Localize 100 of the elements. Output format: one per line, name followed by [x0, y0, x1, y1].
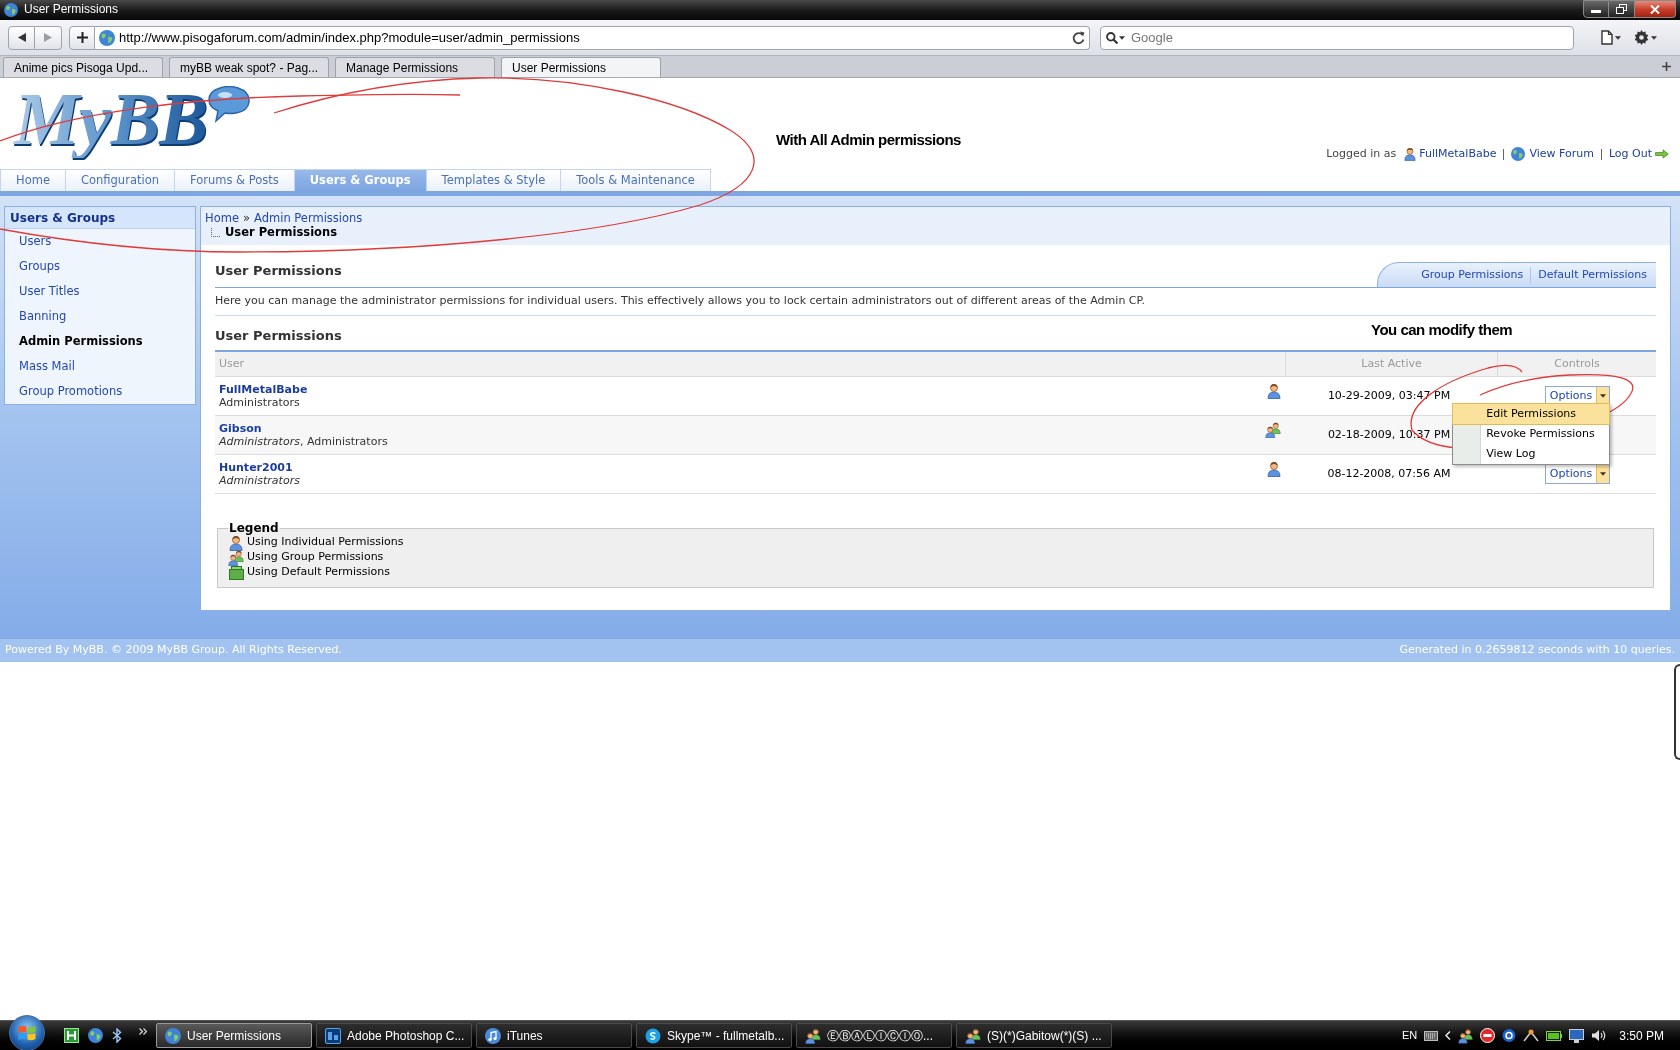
person-icon [1267, 461, 1281, 477]
annotation-text: You can modify them [1371, 321, 1513, 339]
right-arrow-icon [44, 33, 52, 42]
caret-icon [1615, 35, 1621, 40]
caret-icon [1600, 394, 1607, 398]
globe-icon[interactable] [88, 1028, 103, 1043]
sidebar-item[interactable]: Mass Mail [5, 354, 195, 379]
person-icon [1267, 383, 1281, 399]
sidebar-item[interactable]: Users [5, 229, 195, 254]
windows-flag-icon [18, 1024, 36, 1041]
user-group-text: Administrators, Administrators [219, 435, 388, 448]
speaker-icon[interactable] [1591, 1029, 1607, 1042]
browser-tab[interactable]: User Permissions [501, 57, 661, 77]
network-icon[interactable] [1523, 1029, 1540, 1042]
sidebar-item[interactable]: Group Promotions [5, 379, 195, 404]
taskbar-button[interactable]: User Permissions [156, 1023, 312, 1048]
battery-icon[interactable] [1546, 1030, 1563, 1041]
legend-item-text: Using Individual Permissions [247, 535, 404, 551]
page-tab[interactable]: Default Permissions [1530, 267, 1654, 283]
caret-icon [1651, 35, 1657, 40]
options-button[interactable]: Options [1544, 464, 1611, 484]
search-caret-icon [1119, 35, 1125, 40]
legend-item-text: Using Group Permissions [247, 549, 384, 566]
breadcrumb-current: User Permissions [225, 225, 338, 239]
nav-tab[interactable]: Configuration [65, 169, 175, 191]
bluetooth-icon[interactable] [112, 1028, 122, 1043]
settings-icon [1634, 30, 1649, 45]
two-people-icon [805, 1027, 821, 1044]
address-field[interactable]: http://www.pisogaforum.com/admin/index.php?module=user/admin_permissions [95, 25, 1090, 50]
monitor-icon[interactable] [1569, 1028, 1585, 1043]
sidebar-item[interactable]: Banning [5, 304, 195, 329]
taskbar-button[interactable]: (S)(*)Gabitow(*)(S) ... [956, 1023, 1112, 1048]
reload-icon[interactable] [1072, 30, 1085, 45]
taskbar-button[interactable]: ⒺⒷⒶⓁⒾⒸⒾⓄ... [796, 1023, 952, 1048]
user-name-link[interactable]: FullMetalBabe [219, 383, 308, 396]
log-out-link[interactable]: Log Out [1608, 147, 1652, 161]
stop-icon[interactable] [1480, 1028, 1496, 1043]
close-button[interactable] [1635, 0, 1676, 18]
browser-tab[interactable]: myBB weak spot? - Pag... [169, 57, 329, 77]
new-tab-button[interactable] [1660, 60, 1672, 73]
legend-title: Legend [228, 521, 280, 535]
nav-tab[interactable]: Forums & Posts [174, 169, 295, 191]
options-button[interactable]: Options [1544, 386, 1611, 406]
taskbar-button[interactable]: Adobe Photoshop C... [316, 1023, 472, 1048]
language-indicator[interactable]: EN [1402, 1027, 1418, 1044]
breadcrumb-link[interactable]: Admin Permissions [254, 211, 363, 225]
page-title: User Permissions [215, 261, 342, 280]
taskbar-button[interactable]: iTunes [476, 1023, 632, 1048]
search-field[interactable]: Google [1100, 25, 1574, 50]
breadcrumb-separator: » [242, 211, 250, 225]
page-tab[interactable]: Group Permissions [1414, 267, 1531, 283]
start-button[interactable] [9, 1014, 45, 1050]
left-arrow-icon [17, 33, 26, 42]
box-stack-icon [228, 565, 244, 580]
search-icon [1106, 31, 1118, 44]
sidebar-title: Users & Groups [5, 207, 195, 229]
letter-s-icon [645, 1027, 661, 1044]
ring-icon[interactable] [1502, 1028, 1517, 1043]
column-header: Controls [1554, 355, 1600, 372]
add-button[interactable] [69, 25, 95, 50]
clock-text[interactable]: 3:50 PM [1619, 1026, 1664, 1045]
arrow-icon [1655, 149, 1669, 159]
app-icon[interactable] [64, 1028, 79, 1043]
nav-tab[interactable]: Templates & Style [426, 169, 562, 191]
person-icon [1404, 147, 1417, 161]
user-name-link[interactable]: Hunter2001 [219, 461, 293, 474]
sidebar-item[interactable]: User Titles [5, 279, 195, 304]
keyboard-icon[interactable] [1424, 1030, 1439, 1041]
nav-tab[interactable]: Tools & Maintenance [561, 169, 711, 191]
page-icon [1601, 30, 1613, 45]
column-header: Last Active [1361, 355, 1422, 372]
people-icon[interactable] [1458, 1027, 1474, 1044]
music-icon [485, 1027, 501, 1044]
menu-item[interactable]: Edit Permissions [1453, 404, 1610, 424]
section-title: User Permissions [215, 326, 342, 345]
taskbar-button[interactable]: Skype™ - fullmetalb... [636, 1023, 792, 1048]
breadcrumb-link[interactable]: Home [205, 211, 239, 225]
browser-tab[interactable]: Anime pics Pisoga Upd... [3, 57, 163, 77]
menu-item[interactable]: View Log [1453, 444, 1610, 464]
username-link[interactable]: FullMetalBabe [1419, 147, 1497, 161]
caret-icon [1600, 472, 1607, 476]
maximize-button[interactable] [1609, 0, 1635, 18]
chevron-icon[interactable] [139, 1028, 147, 1035]
nav-tab[interactable]: Home [0, 169, 66, 191]
user-name-link[interactable]: Gibson [219, 422, 262, 435]
chevron-left-icon[interactable] [1445, 1031, 1452, 1040]
menu-item[interactable]: Revoke Permissions [1453, 424, 1610, 444]
sidebar-item[interactable]: Groups [5, 254, 195, 279]
logged-in-label: Logged in as [1326, 147, 1397, 161]
sidebar-item[interactable]: Admin Permissions [5, 329, 195, 354]
browser-logo-icon [4, 3, 18, 17]
back-button[interactable] [8, 25, 35, 50]
minimize-button[interactable] [1583, 0, 1609, 18]
two-people-icon [965, 1027, 981, 1044]
table-cell-text: 10-29-2009, 03:47 PM [1327, 387, 1451, 404]
browser-tab[interactable]: Manage Permissions [335, 57, 495, 77]
restore-icon [1616, 4, 1627, 14]
table-cell-text: 08-12-2008, 07:56 AM [1327, 465, 1451, 482]
view-forum-link[interactable]: View Forum [1529, 147, 1594, 161]
two-people-icon [1265, 422, 1281, 438]
